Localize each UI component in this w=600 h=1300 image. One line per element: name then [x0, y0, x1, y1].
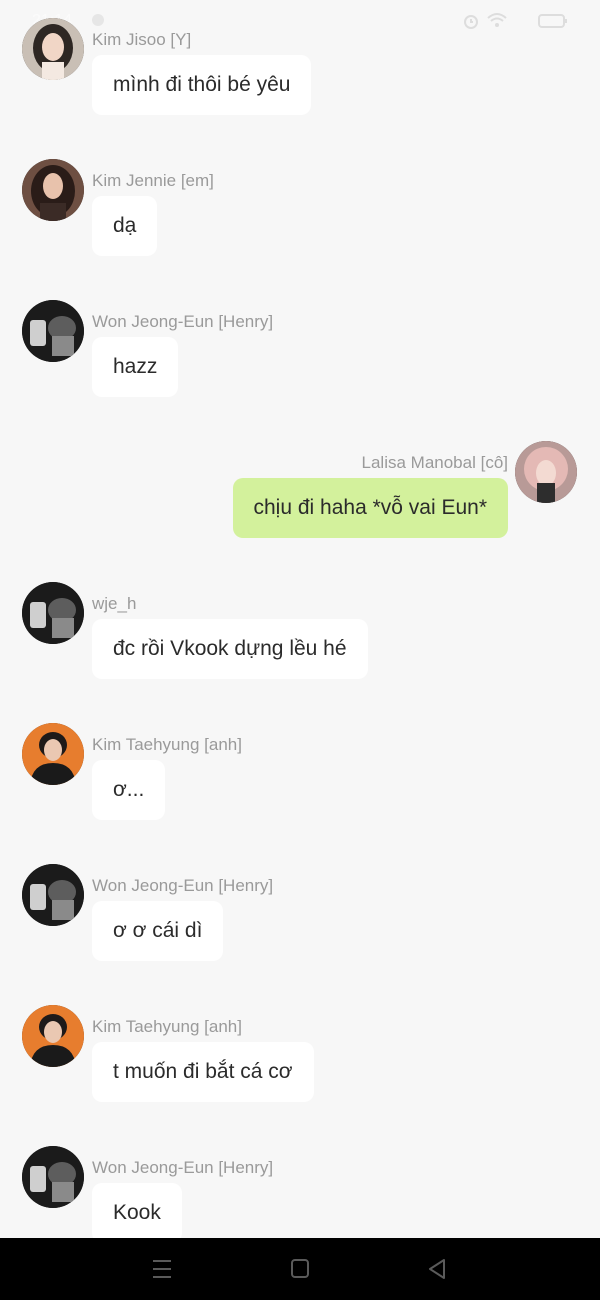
avatar[interactable]: [22, 582, 84, 644]
avatar-image: [515, 441, 577, 503]
avatar-image: [22, 582, 84, 644]
avatar-image: [22, 864, 84, 926]
avatar-image: [22, 1146, 84, 1208]
sender-name: Won Jeong-Eun [Henry]: [92, 1158, 274, 1177]
message-bubble[interactable]: đc rồi Vkook dựng lều hé: [92, 619, 368, 679]
sender-name: Won Jeong-Eun [Henry]: [92, 312, 274, 331]
sender-name: Lalisa Manobal [cô]: [361, 453, 508, 472]
message-bubble[interactable]: ơ ơ cái dì: [92, 901, 224, 961]
navigation-bar: [0, 1238, 600, 1300]
avatar-image: [22, 159, 84, 221]
avatar-image: [22, 18, 84, 80]
message-bubble[interactable]: dạ: [92, 196, 158, 256]
message-bubble[interactable]: t muốn đi bắt cá cơ: [92, 1042, 314, 1102]
avatar[interactable]: [22, 18, 84, 80]
message-bubble[interactable]: Kook: [92, 1183, 182, 1238]
message-bubble[interactable]: hazz: [92, 337, 179, 397]
avatar[interactable]: [22, 300, 84, 362]
sender-name: Kim Jennie [em]: [92, 171, 214, 190]
avatar-image: [22, 300, 84, 362]
message-bubble[interactable]: chịu đi haha *vỗ vai Eun*: [232, 478, 508, 538]
sender-name: Kim Taehyung [anh]: [92, 735, 242, 754]
menu-icon[interactable]: [147, 1256, 177, 1282]
message-bubble[interactable]: mình đi thôi bé yêu: [92, 55, 312, 115]
home-icon[interactable]: [285, 1256, 315, 1282]
avatar[interactable]: [22, 159, 84, 221]
sender-name: Kim Jisoo [Y]: [92, 30, 192, 49]
avatar[interactable]: [22, 1146, 84, 1208]
chat-message-list[interactable]: Kim Jisoo [Y] mình đi thôi bé yêu Kim Je…: [0, 0, 600, 1238]
avatar[interactable]: [22, 723, 84, 785]
sender-name: Kim Taehyung [anh]: [92, 1017, 242, 1036]
sender-name: Won Jeong-Eun [Henry]: [92, 876, 274, 895]
message-bubble[interactable]: ơ...: [92, 760, 166, 820]
avatar[interactable]: [22, 864, 84, 926]
avatar-image: [22, 723, 84, 785]
avatar[interactable]: [22, 1005, 84, 1067]
back-icon[interactable]: [422, 1256, 452, 1282]
avatar[interactable]: [515, 441, 577, 503]
avatar-image: [22, 1005, 84, 1067]
sender-name: wje_h: [92, 594, 137, 613]
